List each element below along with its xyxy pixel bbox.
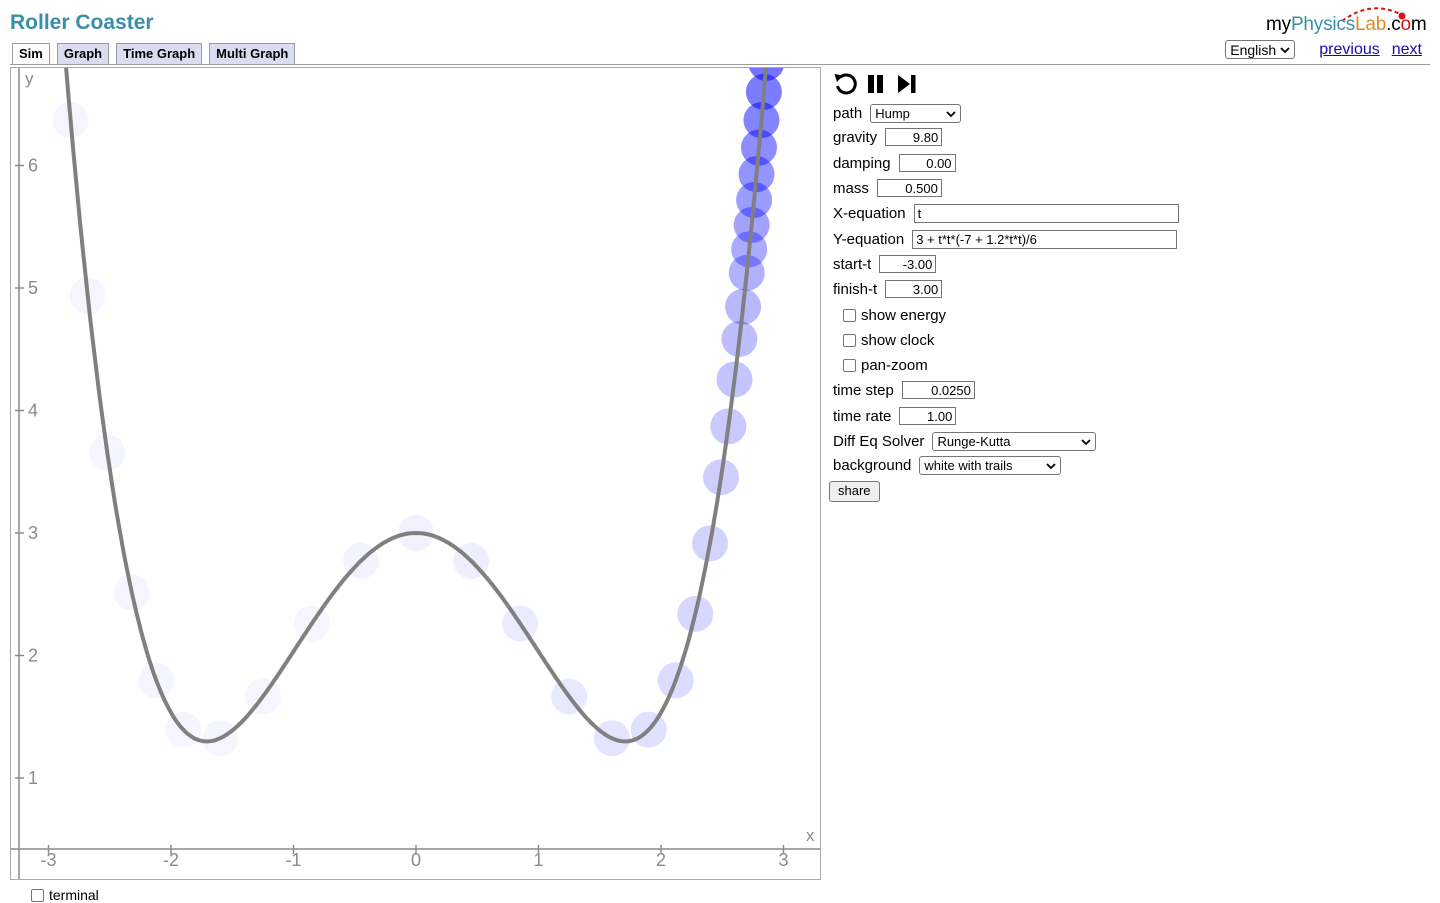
x-axis-label: x: [806, 826, 815, 845]
step-forward-icon: [898, 75, 916, 93]
y-equation-label: Y-equation: [833, 231, 905, 248]
background-select[interactable]: white with trails: [919, 456, 1062, 475]
y-equation-input[interactable]: 3 + t*t*(-7 + 1.2*t*t)/6: [912, 230, 1178, 249]
time-step-label: time step: [833, 381, 894, 399]
solver-row: Diff Eq Solver Runge-Kutta: [833, 432, 1097, 451]
background-row: background white with trails: [833, 456, 1062, 475]
ball-trails: [52, 44, 785, 757]
tab-time-graph[interactable]: Time Graph: [116, 43, 203, 64]
damping-label: damping: [833, 154, 891, 172]
mass-input[interactable]: 0.500: [876, 179, 942, 197]
roller-coaster-track: [58, 0, 774, 744]
tab-multi-graph[interactable]: Multi Graph: [209, 43, 296, 64]
terminal-label: terminal: [49, 887, 99, 903]
finish-t-label: finish-t: [833, 280, 878, 298]
logo-text: myPhysicsLab.com: [1266, 14, 1427, 35]
time-step-row: time step 0.0250: [833, 381, 975, 399]
x-tick-label: 3: [778, 850, 788, 870]
next-link[interactable]: next: [1392, 41, 1422, 59]
x-equation-input[interactable]: t: [913, 204, 1179, 223]
show-clock-label: show clock: [861, 332, 935, 349]
previous-link[interactable]: previous: [1319, 41, 1379, 59]
terminal-row: terminal: [31, 887, 99, 903]
pause-icon: [868, 75, 883, 93]
show-energy-checkbox[interactable]: [843, 309, 856, 322]
background-select-value: white with trails: [924, 458, 1013, 473]
y-equation-row: Y-equation 3 + t*t*(-7 + 1.2*t*t)/6: [833, 230, 1178, 249]
solver-select-value: Runge-Kutta: [937, 434, 1011, 449]
tab-graph[interactable]: Graph: [56, 43, 110, 64]
reset-button[interactable]: [833, 72, 857, 96]
x-tick-label: -2: [163, 850, 179, 870]
show-energy-label: show energy: [861, 307, 947, 324]
path-select-value: Hump: [875, 106, 910, 121]
start-t-label: start-t: [833, 255, 872, 273]
show-energy-row: show energy: [843, 307, 946, 324]
myphysicslab-logo[interactable]: myPhysicsLab.com: [1266, 3, 1427, 37]
axes: -3 -2 -1 0 1 2 3 1 2 3 4 5 6 x y: [11, 68, 820, 879]
show-clock-row: show clock: [843, 332, 934, 349]
pan-zoom-checkbox[interactable]: [843, 359, 856, 372]
language-select[interactable]: English: [1225, 40, 1296, 59]
time-rate-row: time rate 1.00: [833, 407, 957, 425]
x-tick-label: 2: [656, 850, 666, 870]
chevron-down-icon: [1046, 462, 1057, 469]
damping-input[interactable]: 0.00: [898, 154, 956, 172]
y-tick-label: 3: [28, 523, 38, 543]
reset-icon: [834, 73, 857, 95]
y-axis-label: y: [25, 69, 34, 88]
y-tick-label: 2: [28, 646, 38, 666]
solver-select[interactable]: Runge-Kutta: [932, 432, 1097, 451]
chevron-down-icon: [946, 110, 956, 117]
app-title: Roller Coaster: [10, 11, 154, 34]
share-button[interactable]: share: [829, 481, 880, 502]
path-row: path Hump: [833, 104, 962, 123]
time-rate-input[interactable]: 1.00: [899, 407, 957, 425]
damping-row: damping 0.00: [833, 154, 956, 172]
finish-t-row: finish-t 3.00: [833, 280, 943, 298]
solver-label: Diff Eq Solver: [833, 433, 925, 450]
show-clock-checkbox[interactable]: [843, 334, 856, 347]
simulation-canvas[interactable]: -3 -2 -1 0 1 2 3 1 2 3 4 5 6 x y: [10, 0, 821, 880]
pan-zoom-label: pan-zoom: [861, 357, 928, 374]
pause-button[interactable]: [864, 72, 888, 96]
x-equation-label: X-equation: [833, 205, 906, 222]
x-equation-row: X-equation t: [833, 204, 1179, 223]
background-label: background: [833, 457, 912, 474]
tab-bar: Sim Graph Time Graph Multi Graph: [12, 43, 296, 64]
y-tick-label: 6: [28, 156, 38, 176]
step-button[interactable]: [895, 72, 919, 96]
x-tick-label: -1: [285, 850, 301, 870]
x-tick-label: 0: [411, 850, 421, 870]
start-t-input[interactable]: -3.00: [879, 255, 937, 273]
tab-divider: [10, 64, 1430, 65]
gravity-row: gravity 9.80: [833, 128, 943, 146]
time-step-input[interactable]: 0.0250: [901, 381, 975, 399]
gravity-input[interactable]: 9.80: [885, 128, 943, 146]
playback-controls: [833, 70, 919, 98]
x-tick-label: 1: [533, 850, 543, 870]
path-label: path: [833, 105, 863, 122]
top-nav: English previous next: [1225, 40, 1422, 59]
path-select[interactable]: Hump: [870, 104, 962, 123]
simulation-plot[interactable]: -3 -2 -1 0 1 2 3 1 2 3 4 5 6 x y: [11, 0, 820, 879]
language-select-value: English: [1230, 41, 1277, 58]
y-tick-label: 4: [28, 401, 38, 421]
pan-zoom-row: pan-zoom: [843, 357, 928, 374]
x-tick-label: -3: [40, 850, 56, 870]
time-rate-label: time rate: [833, 407, 892, 425]
tab-sim[interactable]: Sim: [12, 43, 50, 64]
start-t-row: start-t -3.00: [833, 255, 937, 273]
finish-t-input[interactable]: 3.00: [885, 280, 943, 298]
share-row: share: [829, 481, 880, 502]
y-tick-label: 1: [28, 768, 38, 788]
gravity-label: gravity: [833, 128, 878, 146]
chevron-down-icon: [1081, 438, 1092, 445]
mass-label: mass: [833, 179, 869, 197]
y-tick-label: 5: [28, 278, 38, 298]
chevron-down-icon: [1280, 46, 1290, 53]
mass-row: mass 0.500: [833, 179, 942, 197]
controls-panel: path Hump gravity 9.80 damping 0.00 mass…: [829, 70, 1179, 502]
